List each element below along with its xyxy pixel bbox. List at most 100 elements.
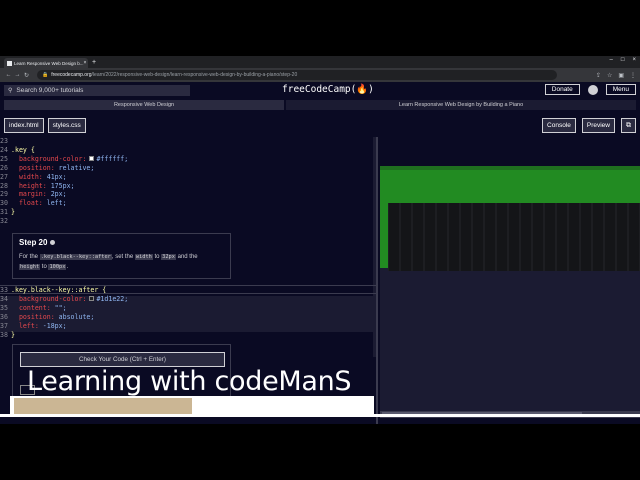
piano-key	[449, 203, 459, 271]
close-window-icon[interactable]: ×	[632, 57, 636, 63]
piano-key	[473, 203, 483, 271]
color-swatch-icon[interactable]	[89, 156, 95, 162]
reload-icon[interactable]: ↻	[22, 72, 31, 79]
code-line[interactable]: 27 width: 41px;	[0, 173, 128, 182]
code-line[interactable]: 28 height: 175px;	[0, 182, 128, 191]
code-line[interactable]: 38}	[0, 331, 376, 340]
code-line[interactable]: 37 left: -18px;	[0, 322, 376, 331]
step-code-100px: 100px	[48, 264, 67, 270]
fcc-favicon-icon	[7, 60, 12, 66]
tab-styles-css[interactable]: styles.css	[47, 118, 86, 133]
address-bar: ← → ↻ 🔒 freecodecamp.org /learn/2022/res…	[0, 68, 640, 82]
step-text-4: and the	[175, 254, 198, 260]
code-line[interactable]: 26 position: relative;	[0, 164, 128, 173]
step-code-selector: .key.black--key::after	[39, 254, 112, 260]
breadcrumb-course[interactable]: Responsive Web Design	[4, 100, 284, 110]
code-line[interactable]: 30 float: left;	[0, 199, 128, 208]
browser-tab[interactable]: Learn Responsive Web Design b... ×	[4, 58, 88, 68]
tab-index-html[interactable]: index.html	[4, 118, 44, 133]
editor-file-tabs: index.html styles.css	[4, 118, 86, 133]
piano-key	[557, 203, 567, 271]
bookmark-icon[interactable]: ☆	[607, 72, 612, 79]
menu-button[interactable]: Menu	[605, 84, 636, 95]
color-swatch-icon[interactable]	[89, 296, 95, 302]
preview-button[interactable]: Preview	[581, 118, 615, 133]
minimize-icon[interactable]: –	[610, 57, 613, 63]
css-property: position:	[11, 163, 55, 172]
css-value: #1d1e22;	[96, 294, 129, 303]
fcc-navbar: ⚲ Search 9,000+ tutorials freeCodeCamp(🔥…	[0, 82, 640, 98]
nav-right: Donate Menu	[544, 84, 636, 95]
pane-buttons: Console Preview ⧉	[542, 118, 636, 133]
fcc-logo[interactable]: freeCodeCamp(🔥)	[282, 84, 374, 95]
css-property: position:	[11, 312, 55, 321]
extensions-icon[interactable]: ▣	[618, 72, 624, 79]
code-line[interactable]: 33 .key.black--key::after {	[0, 286, 376, 295]
code-line[interactable]: 31}	[0, 208, 128, 217]
step-title-text: Step 20	[19, 238, 48, 247]
css-selector: .key {	[11, 145, 35, 154]
line-number: 32	[0, 217, 8, 226]
piano-key	[425, 203, 435, 271]
step-code-height: height	[19, 264, 41, 270]
line-number: 30	[0, 199, 8, 208]
code-line[interactable]: 32	[0, 217, 128, 226]
line-number: 34	[0, 294, 8, 303]
line-number: 27	[0, 172, 8, 181]
css-value: 2px;	[46, 190, 67, 199]
code-line[interactable]: 34 background-color: #1d1e22;	[0, 295, 376, 304]
css-selector: }	[11, 208, 15, 217]
css-value: 175px;	[46, 181, 75, 190]
code-line[interactable]: 36 position: absolute;	[0, 313, 376, 322]
check-code-button[interactable]: Check Your Code (Ctrl + Enter)	[20, 352, 225, 367]
url-input[interactable]: 🔒 freecodecamp.org /learn/2022/responsiv…	[37, 70, 557, 80]
new-tab-button[interactable]: +	[92, 58, 96, 68]
code-line[interactable]: 24 .key {	[0, 146, 128, 155]
browser-tabstrip: Learn Responsive Web Design b... × + – □…	[0, 56, 640, 68]
video-caption: Learning with codeManS	[27, 366, 352, 397]
pane-divider[interactable]	[376, 137, 378, 424]
close-icon[interactable]: ×	[83, 60, 86, 66]
code-line[interactable]: 23	[0, 137, 128, 146]
forward-icon[interactable]: →	[13, 72, 22, 78]
piano-preview	[380, 166, 640, 271]
code-line[interactable]: 25 background-color: #ffffff;	[0, 155, 128, 164]
browser-tab-title: Learn Responsive Web Design b...	[14, 60, 84, 66]
piano-keys	[388, 203, 640, 271]
css-property: background-color:	[11, 154, 87, 163]
share-icon[interactable]: ⇪	[596, 72, 601, 79]
browser-menu-icon[interactable]: ⋮	[630, 72, 636, 79]
code-line[interactable]: 29 margin: 2px;	[0, 190, 128, 199]
css-selector: .key.black--key::after {	[11, 286, 107, 294]
search-icon: ⚲	[8, 87, 13, 94]
line-number: 23	[0, 137, 8, 145]
line-number: 35	[0, 303, 8, 312]
piano-key	[401, 203, 411, 271]
piano-key	[413, 203, 423, 271]
console-button[interactable]: Console	[542, 118, 576, 133]
step-description: For the .key.black--key::after, set the …	[19, 252, 224, 272]
back-icon[interactable]: ←	[4, 72, 13, 78]
step-code-32px: 32px	[161, 254, 176, 260]
step-status-icon	[50, 240, 56, 245]
css-selector: }	[11, 330, 15, 339]
breadcrumb-project[interactable]: Learn Responsive Web Design by Building …	[286, 100, 636, 110]
css-value: "";	[50, 303, 67, 312]
search-input[interactable]: ⚲ Search 9,000+ tutorials	[4, 84, 190, 96]
layout-toggle-icon[interactable]: ⧉	[621, 118, 636, 133]
css-value: -18px;	[38, 321, 67, 330]
line-number: 26	[0, 163, 8, 172]
code-editor-bottom[interactable]: 33 .key.black--key::after {34 background-…	[0, 286, 376, 339]
maximize-icon[interactable]: □	[621, 57, 625, 63]
video-progress-bar[interactable]	[10, 396, 374, 416]
piano-key	[581, 203, 591, 271]
line-number: 24	[0, 145, 8, 154]
avatar[interactable]	[587, 84, 598, 95]
browser-toolbar-icons: ⇪ ☆ ▣ ⋮	[596, 72, 636, 79]
code-line[interactable]: 35 content: "";	[0, 304, 376, 313]
step-text-6: .	[66, 264, 69, 270]
piano-key	[521, 203, 531, 271]
piano-key	[437, 203, 447, 271]
code-editor-top[interactable]: 23 24 .key {25 background-color: #ffffff; 26…	[0, 137, 128, 226]
donate-button[interactable]: Donate	[544, 84, 580, 95]
